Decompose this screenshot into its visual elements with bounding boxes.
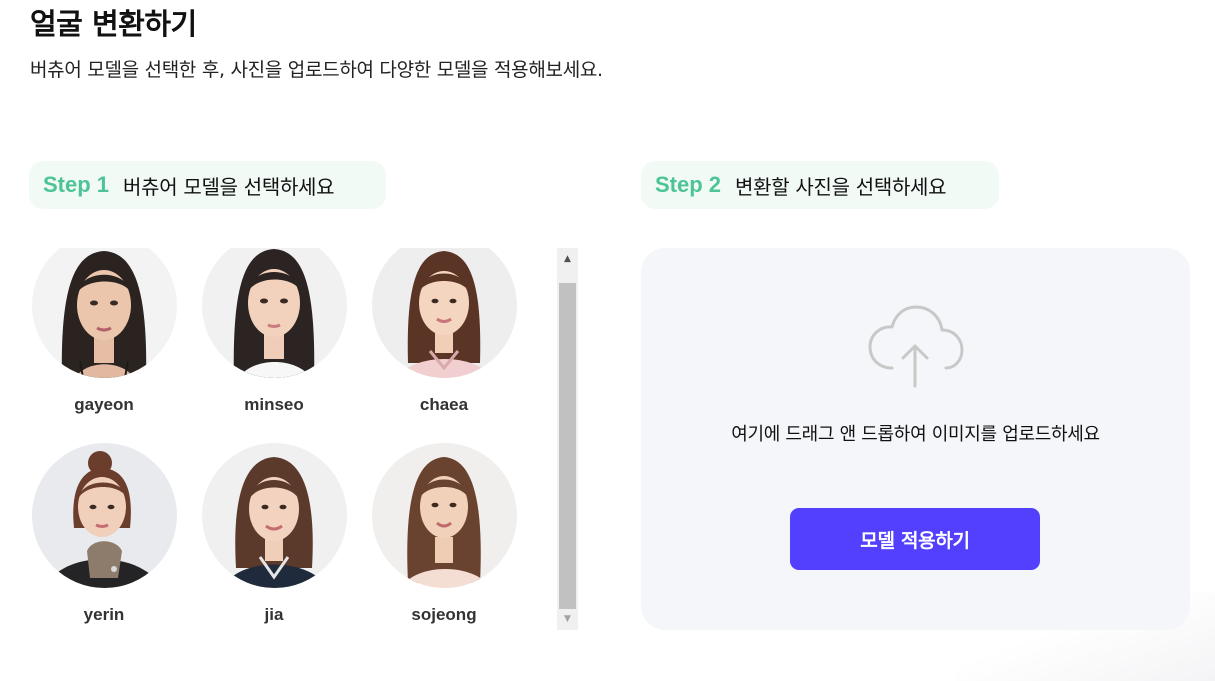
- model-name-minseo: minseo: [244, 395, 304, 414]
- model-card-chaea[interactable]: chaea: [371, 248, 517, 415]
- page-subtitle: 버츄어 모델을 선택한 후, 사진을 업로드하여 다양한 모델을 적용해보세요.: [30, 59, 603, 81]
- model-avatar-minseo[interactable]: [201, 248, 347, 378]
- step2-number: Step 2: [655, 172, 722, 197]
- upload-dropzone[interactable]: 여기에 드래그 앤 드롭하여 이미지를 업로드하세요 모델 적용하기: [641, 248, 1190, 630]
- cloud-upload-icon: [866, 304, 966, 392]
- step1-number: Step 1: [43, 172, 110, 197]
- upload-instructions: 여기에 드래그 앤 드롭하여 이미지를 업로드하세요: [731, 424, 1100, 445]
- scroll-down-arrow-icon[interactable]: ▼: [557, 610, 578, 628]
- model-card-minseo[interactable]: minseo: [201, 248, 347, 415]
- scroll-thumb[interactable]: [559, 283, 576, 609]
- model-avatar-sojeong[interactable]: [371, 443, 517, 588]
- model-name-gayeon: gayeon: [74, 395, 134, 414]
- scroll-up-arrow-icon[interactable]: ▲: [557, 250, 578, 268]
- step2-header: Step 2 변환할 사진을 선택하세요: [641, 161, 999, 209]
- step1-header: Step 1 버츄어 모델을 선택하세요: [29, 161, 386, 209]
- model-list-scrollbar[interactable]: ▲ ▼: [557, 248, 578, 630]
- model-avatar-chaea[interactable]: [371, 248, 517, 378]
- model-name-yerin: yerin: [83, 605, 125, 624]
- model-name-sojeong: sojeong: [411, 605, 477, 624]
- page: 얼굴 변환하기 버츄어 모델을 선택한 후, 사진을 업로드하여 다양한 모델을…: [0, 0, 1215, 681]
- model-card-jia[interactable]: jia: [201, 443, 347, 625]
- model-list: gayeon minseo chaea yerin jia sojeong: [30, 248, 550, 630]
- model-name-jia: jia: [264, 605, 284, 624]
- model-avatar-jia[interactable]: [201, 443, 347, 588]
- step1-text: 버츄어 모델을 선택하세요: [123, 174, 335, 199]
- model-avatar-gayeon[interactable]: [31, 248, 177, 378]
- model-card-gayeon[interactable]: gayeon: [31, 248, 177, 415]
- model-name-chaea: chaea: [419, 395, 469, 414]
- step2-text: 변환할 사진을 선택하세요: [735, 174, 947, 199]
- model-avatar-yerin[interactable]: [31, 443, 177, 588]
- model-card-yerin[interactable]: yerin: [31, 443, 177, 625]
- apply-model-button[interactable]: 모델 적용하기: [790, 508, 1040, 570]
- page-title: 얼굴 변환하기: [30, 7, 197, 41]
- model-card-sojeong[interactable]: sojeong: [371, 443, 517, 625]
